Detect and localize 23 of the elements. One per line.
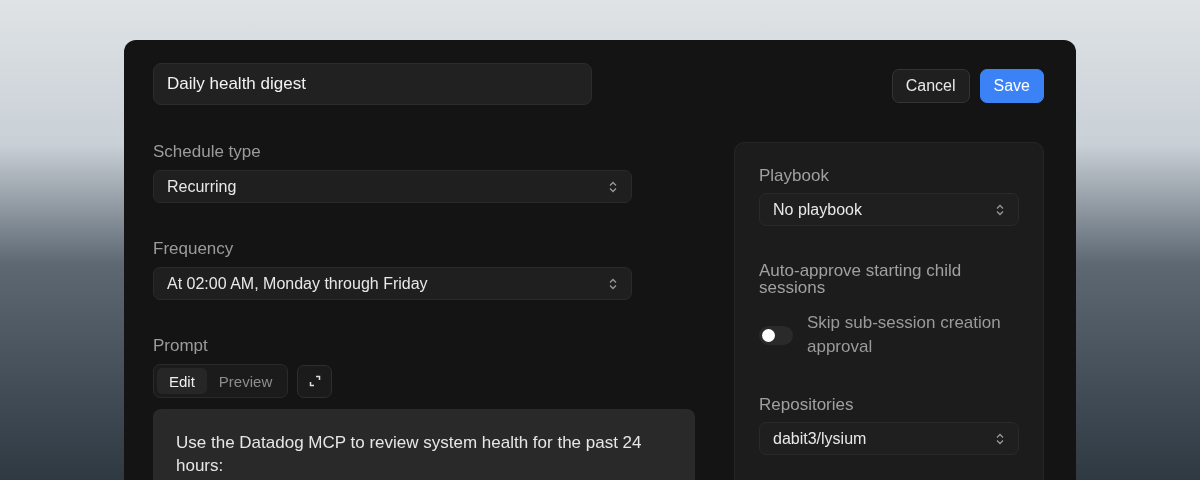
field-label: Repositories bbox=[759, 396, 855, 413]
prompt-editor[interactable]: Use the Datadog MCP to review system health for the past 24 hours: bbox=[153, 409, 695, 480]
select-field[interactable]: No playbook bbox=[759, 193, 1019, 226]
chevrons-icon bbox=[609, 180, 617, 193]
field-label: Schedule type bbox=[153, 142, 262, 162]
title-input-field[interactable]: Daily health digest bbox=[153, 63, 592, 105]
select-field[interactable]: Recurring bbox=[153, 170, 632, 203]
toggle-switch[interactable] bbox=[759, 325, 793, 345]
chevrons-icon bbox=[996, 203, 1004, 216]
cancel-button[interactable]: Cancel bbox=[891, 69, 970, 103]
chevrons-icon bbox=[996, 432, 1004, 445]
chevrons-icon bbox=[609, 277, 617, 290]
toggle-label: Skip sub-session creation approval bbox=[807, 312, 1002, 358]
field-label: Prompt bbox=[153, 336, 209, 356]
tab[interactable]: Edit bbox=[157, 368, 207, 394]
field-label: Playbook bbox=[759, 167, 830, 184]
field-label: Frequency bbox=[153, 239, 235, 259]
field-label: Auto-approve starting child sessions bbox=[759, 262, 963, 296]
select-field[interactable]: At 02:00 AM, Monday through Friday bbox=[153, 267, 632, 300]
tab[interactable]: Preview bbox=[206, 368, 285, 394]
save-button[interactable]: Save bbox=[979, 69, 1044, 103]
expand-icon bbox=[308, 375, 321, 387]
select-field[interactable]: dabit3/lysium bbox=[759, 422, 1019, 455]
